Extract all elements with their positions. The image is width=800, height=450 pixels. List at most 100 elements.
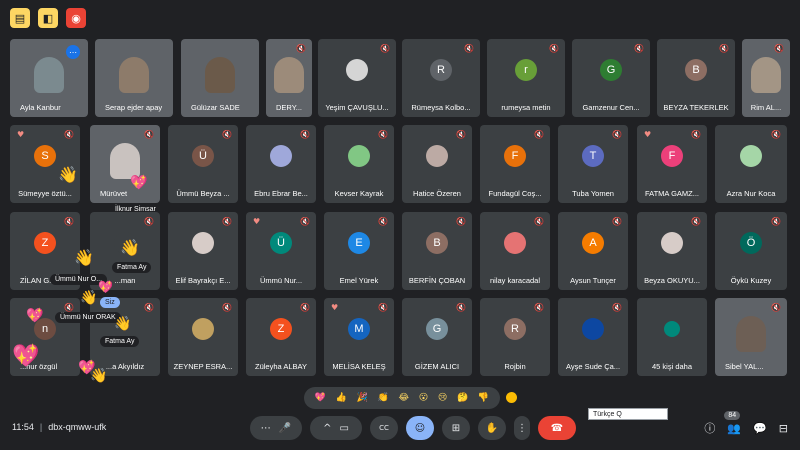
participant-tile[interactable]: G 🔇 GİZEM ALICI bbox=[402, 298, 472, 376]
more-reactions-icon[interactable] bbox=[506, 392, 517, 403]
participant-tile[interactable]: 🔇 Kevser Kayrak bbox=[324, 125, 394, 203]
reaction-emoji-icon[interactable]: 😮 bbox=[419, 393, 428, 403]
captions-icon: CC bbox=[379, 424, 389, 432]
participant-tile[interactable]: 🔇 ZEYNEP ESRA... bbox=[168, 298, 238, 376]
participant-name: ZEYNEP ESRA... bbox=[173, 362, 233, 371]
participant-tile[interactable]: 🔇 Azra Nur Koca bbox=[715, 125, 787, 203]
people-icon: 👥 bbox=[727, 421, 742, 435]
participant-tile[interactable]: Z 🔇 Züleyha ALBAY bbox=[246, 298, 316, 376]
info-icon[interactable]: ⓘ bbox=[704, 420, 715, 436]
initial-avatar: A bbox=[582, 232, 604, 255]
captions-button[interactable]: CC bbox=[370, 416, 398, 440]
video-feed bbox=[274, 56, 304, 93]
mic-off-icon: 🔇 bbox=[300, 217, 310, 226]
participant-tile[interactable]: Ü 🔇 ♥ Ümmü Nur... bbox=[246, 212, 316, 290]
present-icon[interactable]: ◧ bbox=[38, 8, 58, 28]
reaction-emoji-icon[interactable]: 💖 bbox=[315, 393, 326, 403]
participant-tile[interactable]: 🔇 Sibel YAL... bbox=[715, 298, 787, 376]
participant-tile[interactable]: 🔇 Mürüvet bbox=[90, 125, 160, 203]
reaction-emoji-icon[interactable]: 👎 bbox=[478, 393, 489, 403]
participant-tile[interactable]: F 🔇 ♥ FATMA GAMZ... bbox=[637, 125, 707, 203]
mic-off-icon: 🔇 bbox=[771, 303, 781, 312]
mic-off-icon: 🔇 bbox=[612, 217, 622, 226]
participant-tile[interactable]: S 🔇 ♥ Sümeyye öztü... bbox=[10, 125, 80, 203]
mic-off-icon: 🔇 bbox=[774, 44, 784, 53]
profile-photo-avatar bbox=[740, 145, 762, 168]
camera-icon[interactable]: ▭ bbox=[339, 423, 348, 434]
caption-language-box[interactable]: Türkçe Q bbox=[588, 408, 668, 420]
mic-off-icon: 🔇 bbox=[456, 303, 466, 312]
reaction-emoji-icon[interactable]: 👍 bbox=[336, 393, 347, 403]
participant-name: Emel Yürek bbox=[339, 276, 379, 285]
reaction-emoji-icon[interactable]: 👏 bbox=[378, 393, 389, 403]
participant-tile[interactable]: E 🔇 Emel Yürek bbox=[324, 212, 394, 290]
participant-tile[interactable]: M 🔇 ♥ MELİSA KELEŞ bbox=[324, 298, 394, 376]
activities-icon[interactable]: ⊟ bbox=[779, 422, 788, 435]
participant-tile[interactable]: R 🔇 Rojbin bbox=[480, 298, 550, 376]
participant-tile[interactable]: T 🔇 Tuba Yomen bbox=[558, 125, 628, 203]
emoji-button[interactable]: ☺ bbox=[406, 416, 434, 440]
participant-name: BERFİN ÇOBAN bbox=[408, 276, 466, 285]
participant-tile[interactable]: ⋯ Ayla Kanbur bbox=[10, 39, 88, 117]
participant-tile[interactable]: 🔇 Hatice Özeren bbox=[402, 125, 472, 203]
participant-tile[interactable]: n 🔇 ...nur özgül bbox=[10, 298, 80, 376]
participant-tile[interactable]: R 🔇 Rümeysa Kolbo... bbox=[402, 39, 480, 117]
participant-tile[interactable]: 45 kişi daha bbox=[637, 298, 707, 376]
initial-avatar: R bbox=[504, 318, 526, 341]
chevron-up-icon[interactable]: ^ bbox=[323, 423, 331, 434]
video-feed bbox=[34, 56, 64, 93]
reaction-sender-label: Fatma Ay bbox=[100, 336, 140, 347]
participant-tile[interactable]: 🔇 nilay karacadal bbox=[480, 212, 550, 290]
tile-options-icon[interactable]: ⋯ bbox=[66, 45, 80, 59]
reaction-sender-label: Ümmü Nur ORAK bbox=[55, 312, 121, 323]
mic-off-icon: 🔇 bbox=[771, 130, 781, 139]
participant-tile[interactable]: 🔇 Rim AL... bbox=[742, 39, 790, 117]
initial-avatar: R bbox=[430, 59, 452, 82]
participant-name: rumeysa metin bbox=[501, 103, 551, 112]
participant-tile[interactable]: 🔇 Ayşe Sude Ça... bbox=[558, 298, 628, 376]
reaction-emoji-icon[interactable]: 😂 bbox=[399, 393, 410, 403]
participant-tile[interactable]: r 🔇 rumeysa metin bbox=[487, 39, 565, 117]
reaction-emoji-icon[interactable]: 😢 bbox=[438, 393, 447, 403]
chat-icon[interactable]: 💬 bbox=[753, 422, 767, 435]
participant-tile[interactable]: 🔇 Elif Bayrakçı E... bbox=[168, 212, 238, 290]
participant-name: Serap ejder apay bbox=[105, 103, 163, 112]
participant-tile[interactable]: Serap ejder apay bbox=[95, 39, 173, 117]
file-icon[interactable]: ▤ bbox=[10, 8, 30, 28]
mic-icon[interactable]: 🎤 bbox=[279, 423, 291, 434]
participant-tile[interactable]: B 🔇 BERFİN ÇOBAN bbox=[402, 212, 472, 290]
participant-tile[interactable]: 🔇 Ebru Ebrar Be... bbox=[246, 125, 316, 203]
video-feed bbox=[205, 56, 235, 93]
raise-hand-icon: ✋ bbox=[485, 422, 499, 434]
heart-reaction-icon: ♥ bbox=[253, 217, 261, 226]
record-icon[interactable]: ◉ bbox=[66, 8, 86, 28]
participant-name: Hatice Özeren bbox=[413, 189, 461, 198]
reaction-emoji-icon[interactable]: 🎉 bbox=[357, 393, 368, 403]
participant-tile[interactable]: B 🔇 BEYZA TEKERLEK bbox=[657, 39, 735, 117]
present-button[interactable]: ⊞ bbox=[442, 416, 470, 440]
participant-tile[interactable]: Gülüzar SADE bbox=[181, 39, 259, 117]
participant-tile[interactable]: 🔇 Beyza OKUYU... bbox=[637, 212, 707, 290]
raise-hand-button[interactable]: ✋ bbox=[478, 416, 506, 440]
video-feed bbox=[119, 56, 149, 93]
reaction-emoji-icon[interactable]: 🤔 bbox=[457, 393, 468, 403]
more-options-icon[interactable]: ⋯ bbox=[261, 423, 271, 434]
participant-tile[interactable]: 🔇 DERY... bbox=[266, 39, 312, 117]
participant-tile[interactable]: Ö 🔇 Öykü Kuzey bbox=[715, 212, 787, 290]
more-actions-button[interactable]: ⋮ bbox=[514, 416, 530, 440]
participant-tile[interactable]: F 🔇 Fundagül Coş... bbox=[480, 125, 550, 203]
mic-off-icon: 🔇 bbox=[719, 44, 729, 53]
participant-tile[interactable]: Ü 🔇 Ümmü Beyza ... bbox=[168, 125, 238, 203]
participant-tile[interactable]: 🔇 Yeşim ÇAVUŞLU... bbox=[318, 39, 396, 117]
more-people-avatars bbox=[664, 321, 680, 338]
participant-name: DERY... bbox=[276, 103, 302, 112]
heart-reaction-icon: ♥ bbox=[331, 303, 339, 312]
mic-off-icon: 🔇 bbox=[222, 217, 232, 226]
participant-name: 45 kişi daha bbox=[651, 362, 693, 371]
participant-count-badge: 84 bbox=[724, 410, 741, 420]
participant-tile[interactable]: G 🔇 Gamzenur Cen... bbox=[572, 39, 650, 117]
reaction-sender-label: Ümmü Nur O... bbox=[50, 274, 108, 285]
participant-tile[interactable]: A 🔇 Aysun Tunçer bbox=[558, 212, 628, 290]
people-button[interactable]: 84 👥 bbox=[724, 410, 742, 435]
leave-call-button[interactable]: ☎ bbox=[538, 416, 576, 440]
